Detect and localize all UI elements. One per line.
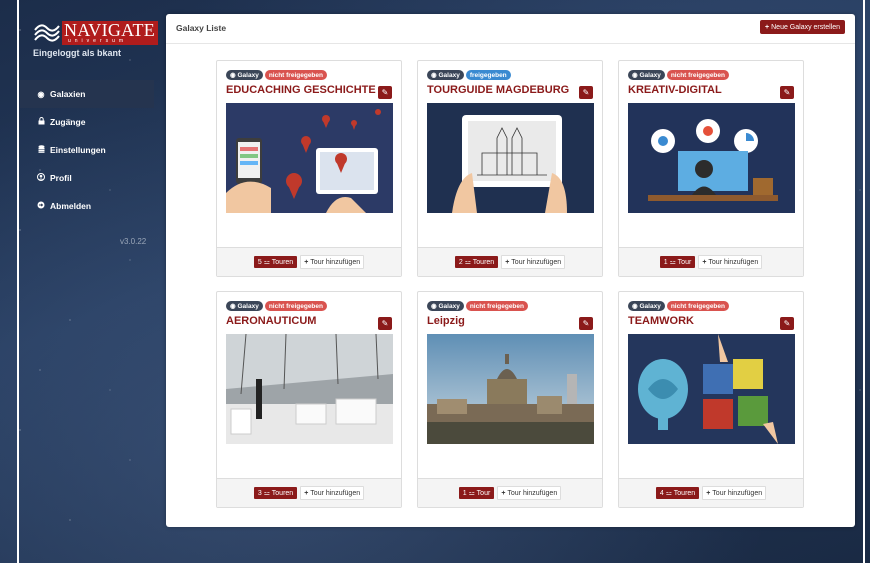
sidebar-item-label: Zugänge [50,117,86,127]
frame-border-right [863,0,865,563]
add-tour-button[interactable]: + Tour hinzufügen [497,486,562,500]
card-footer: 4 ⚍ Touren + Tour hinzufügen [619,478,803,507]
brand-subtitle: universum [68,38,128,44]
pencil-icon: ✎ [381,88,389,97]
user-circle-icon [36,173,46,183]
database-icon [36,145,46,155]
card-title: KREATIV-DIGITAL [628,84,722,96]
museum-hall-photo [226,334,393,444]
new-galaxy-button-label: Neue Galaxy erstellen [771,23,840,31]
plus-icon: + [702,258,707,266]
edit-button[interactable]: ✎ [579,86,593,99]
tours-button[interactable]: 5 ⚍ Touren [253,256,298,268]
sidebar-item-einstellungen[interactable]: Einstellungen [20,136,154,164]
app-version: v3.0.22 [120,237,147,246]
plus-icon: + [304,489,309,497]
add-tour-button[interactable]: + Tour hinzufügen [702,486,767,500]
sidebar-item-label: Einstellungen [50,145,106,155]
galaxy-card-educaching: ◉ Galaxy nicht freigegeben EDUCACHING GE… [216,60,402,277]
sidebar-item-abmelden[interactable]: Abmelden [20,192,154,220]
galaxy-card-aeronauticum: ◉ Galaxy nicht freigegeben AERONAUTICUM … [216,291,402,508]
sidebar-item-label: Galaxien [50,89,86,99]
lock-icon [36,117,46,127]
puzzle-hands-illustration [628,334,795,444]
status-badge: nicht freigegeben [666,70,729,80]
card-footer: 1 ⚍ Tour + Tour hinzufügen [619,247,803,276]
logout-icon [36,201,46,211]
card-title: EDUCACHING GESCHICHTE [226,84,376,96]
pencil-icon: ✎ [381,319,389,328]
edit-button[interactable]: ✎ [378,86,392,99]
add-tour-button[interactable]: + Tour hinzufügen [698,255,763,269]
map-tablet-illustration [226,103,393,213]
card-title: AERONAUTICUM [226,315,317,327]
status-badge: nicht freigegeben [666,301,729,311]
status-badge: nicht freigegeben [264,301,327,311]
status-badge: nicht freigegeben [465,301,528,311]
add-tour-button[interactable]: + Tour hinzufügen [300,255,365,269]
logo-wordmark: NAVIGATE universum [62,21,158,45]
sidebar-item-label: Profil [50,173,72,183]
tours-button[interactable]: 1 ⚍ Tour [458,487,495,499]
galaxy-type-badge: ◉ Galaxy [427,70,464,80]
target-icon: ◉ [37,89,45,99]
card-footer: 5 ⚍ Touren + Tour hinzufügen [217,247,401,276]
sidebar-item-label: Abmelden [50,201,92,211]
sidebar-nav: ◉ Galaxien Zugänge Einstellungen Profil [20,80,154,220]
status-badge: freigegeben [465,70,511,80]
edit-button[interactable]: ✎ [780,317,794,330]
card-title: TEAMWORK [628,315,694,327]
pencil-icon: ✎ [783,88,791,97]
person-at-computer-illustration [628,103,795,213]
galaxy-card-teamwork: ◉ Galaxy nicht freigegeben TEAMWORK ✎ 4 … [618,291,804,508]
galaxy-type-badge: ◉ Galaxy [628,70,665,80]
edit-button[interactable]: ✎ [378,317,392,330]
pencil-icon: ✎ [582,319,590,328]
page-title: Galaxy Liste [176,23,227,33]
plus-icon: + [505,258,510,266]
plus-icon: + [501,489,506,497]
galaxy-card-tourguide: ◉ Galaxy freigegeben TOURGUIDE MAGDEBURG… [417,60,603,277]
galaxy-type-badge: ◉ Galaxy [427,301,464,311]
navigate-logo[interactable]: NAVIGATE universum [33,20,158,46]
logged-in-user: Eingeloggt als bkant [33,48,122,58]
galaxy-card-leipzig: ◉ Galaxy nicht freigegeben Leipzig ✎ 1 ⚍… [417,291,603,508]
galaxy-type-badge: ◉ Galaxy [226,70,263,80]
new-galaxy-button[interactable]: + Neue Galaxy erstellen [760,20,845,34]
galaxy-card-kreativ: ◉ Galaxy nicht freigegeben KREATIV-DIGIT… [618,60,804,277]
waves-logo-icon [34,24,60,42]
card-footer: 1 ⚍ Tour + Tour hinzufügen [418,478,602,507]
edit-button[interactable]: ✎ [780,86,794,99]
leipzig-skyline-photo [427,334,594,444]
pencil-icon: ✎ [582,88,590,97]
sidebar-item-galaxien[interactable]: ◉ Galaxien [20,80,154,108]
add-tour-button[interactable]: + Tour hinzufügen [501,255,566,269]
card-footer: 3 ⚍ Touren + Tour hinzufügen [217,478,401,507]
galaxy-list-panel: Galaxy Liste + Neue Galaxy erstellen ◉ G… [166,14,855,527]
sidebar: NAVIGATE universum Eingeloggt als bkant … [20,0,158,563]
brand-title: NAVIGATE [64,20,156,40]
tablet-cathedral-sketch [427,103,594,213]
plus-icon: + [304,258,309,266]
edit-button[interactable]: ✎ [579,317,593,330]
galaxy-type-badge: ◉ Galaxy [628,301,665,311]
card-title: TOURGUIDE MAGDEBURG [427,84,570,96]
sidebar-item-zugaenge[interactable]: Zugänge [20,108,154,136]
tours-button[interactable]: 3 ⚍ Touren [253,487,298,499]
pencil-icon: ✎ [783,319,791,328]
frame-border-left [17,0,19,563]
panel-header: Galaxy Liste + Neue Galaxy erstellen [166,14,855,44]
add-tour-button[interactable]: + Tour hinzufügen [300,486,365,500]
tours-button[interactable]: 4 ⚍ Touren [655,487,700,499]
sidebar-item-profil[interactable]: Profil [20,164,154,192]
plus-icon: + [765,23,770,31]
plus-icon: + [706,489,711,497]
galaxy-type-badge: ◉ Galaxy [226,301,263,311]
tours-button[interactable]: 2 ⚍ Touren [454,256,499,268]
tours-button[interactable]: 1 ⚍ Tour [659,256,696,268]
status-badge: nicht freigegeben [264,70,327,80]
card-title: Leipzig [427,315,465,327]
card-footer: 2 ⚍ Touren + Tour hinzufügen [418,247,602,276]
